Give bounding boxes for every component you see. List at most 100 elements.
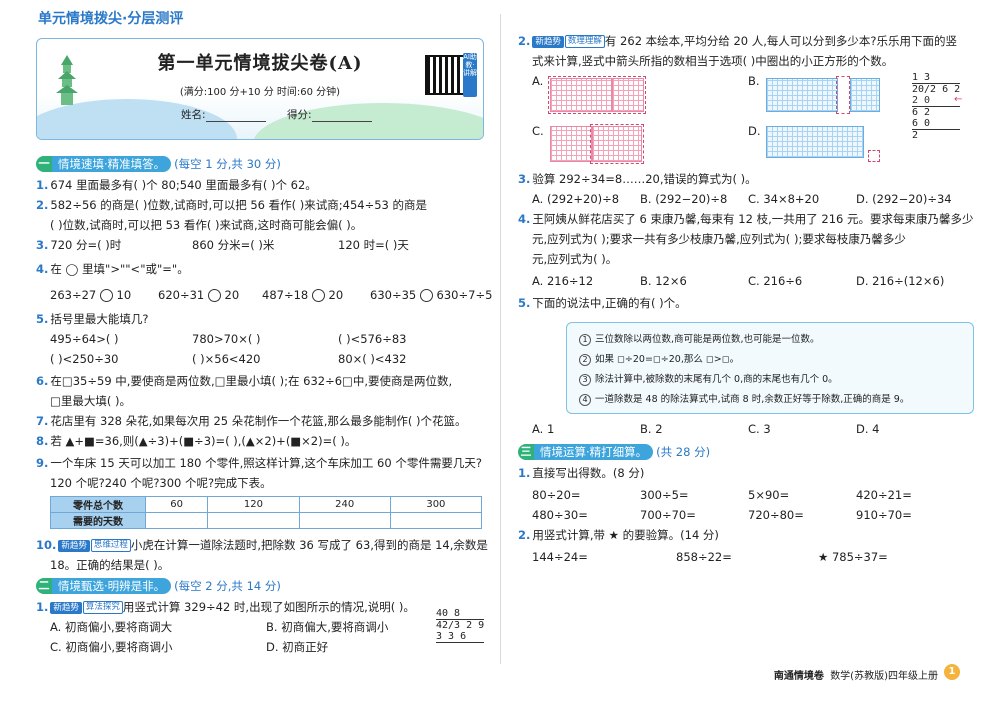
section-1-header: 一情境速填·精准填答。 (每空 1 分,共 30 分): [36, 156, 281, 172]
table-answer-cell[interactable]: [144, 512, 209, 529]
option-b[interactable]: B. 初商偏大,要将商调小: [266, 620, 388, 634]
s2-question-3: 3. 验算 292÷34=8……20,错误的算式为( )。: [518, 172, 757, 186]
calc-item: 420÷21=: [856, 488, 912, 502]
question-2: 2. 582÷56 的商是( )位数,试商时,可以把 56 看作( )来试商;45…: [36, 198, 428, 212]
qr-code-icon[interactable]: [425, 55, 465, 95]
calc-item: 910÷70=: [856, 508, 912, 522]
compare-circle[interactable]: [311, 289, 325, 302]
section-number: 二: [36, 578, 52, 594]
compare-1: 263÷27 10: [50, 288, 132, 302]
option-c[interactable]: C. 34×8+20: [748, 192, 819, 206]
option-d[interactable]: D. 初商正好: [266, 640, 328, 654]
option-b[interactable]: B. 2: [640, 422, 663, 436]
compare-circle[interactable]: [419, 289, 433, 302]
section-label: 情境运算·精打细算。: [534, 444, 654, 460]
table-header: 需要的天数: [50, 512, 146, 529]
question-6-cont: □里最大填( )。: [50, 394, 131, 408]
table-answer-cell[interactable]: [298, 512, 391, 529]
q5-item: ( )<576÷83: [338, 332, 407, 346]
option-c[interactable]: C. 216÷6: [748, 274, 802, 288]
long-division-figure: 1 3 20/2 6 2 2 0 6 2 6 0 2: [912, 72, 961, 141]
grid-blocks: [550, 126, 592, 162]
option-c[interactable]: C. 3: [748, 422, 771, 436]
trend-tag: 新趋势: [532, 35, 564, 48]
question-10-cont: 18。正确的结果是( )。: [50, 558, 170, 572]
question-4: 4. 在 ◯ 里填">""<"或"="。: [36, 262, 189, 276]
option-d[interactable]: D. 4: [856, 422, 879, 436]
question-2-cont: ( )位数,试商时,可以把 53 看作( )来试商,这时商可能会偏( )。: [50, 218, 363, 232]
arrow-icon: ←: [954, 94, 963, 105]
table-cell: 300: [389, 496, 483, 513]
s2-question-1: 1. 新趋势 算法探究 用竖式计算 329÷42 时,出现了如图所示的情况,说明( )…: [36, 600, 415, 614]
name-label: 姓名:: [181, 109, 206, 121]
calc-item: 858÷22=: [676, 550, 732, 564]
question-3-b: 860 分米=( )米: [192, 238, 275, 252]
topic-tag: 思维过程: [90, 539, 131, 552]
footer: 南通情境卷 数学(苏教版)四年级上册: [774, 667, 938, 682]
question-6: 6. 在□35÷59 中,要使商是两位数,□里最小填( );在 632÷6□中,要…: [36, 374, 453, 388]
s2-question-2: 2. 新趋势 数理理解有 262 本绘本,平均分给 20 人,每人可以分到多少本?乐…: [518, 34, 958, 48]
s2-question-5: 5. 下面的说法中,正确的有( )个。: [518, 296, 687, 310]
calc-item: 700÷70=: [640, 508, 696, 522]
q5-item: 495÷64>( ): [50, 332, 119, 346]
circle-mark: [590, 124, 644, 164]
calc-item: 5×90=: [748, 488, 790, 502]
q5-item: 80×( )<432: [338, 352, 407, 366]
s2-question-4-cont: 元,应列式为( )。: [532, 252, 618, 266]
question-3-c: 120 时=( )天: [338, 238, 409, 252]
compare-circle[interactable]: [99, 289, 113, 302]
q5-item: ( )×56<420: [192, 352, 261, 366]
option-c[interactable]: C.: [532, 124, 544, 138]
option-a[interactable]: A.: [532, 74, 543, 88]
q5-item: ( )<250÷30: [50, 352, 119, 366]
question-7: 7. 花店里有 328 朵花,如果每次用 25 朵花制作一个花篮,那么最多能制作(…: [36, 414, 467, 428]
compare-4: 630÷35 630÷7÷5: [370, 288, 493, 302]
grid-blocks: [766, 78, 838, 112]
option-b[interactable]: B.: [748, 74, 760, 88]
option-d[interactable]: D. (292−20)÷34: [856, 192, 952, 206]
circle-mark: [868, 150, 880, 162]
table-answer-cell[interactable]: [389, 512, 483, 529]
footer-brand: 南通情境卷: [773, 671, 824, 682]
compare-2: 620÷31 20: [158, 288, 240, 302]
q5-item: 780>70×( ): [192, 332, 261, 346]
table-answer-cell[interactable]: [207, 512, 300, 529]
calc-item: 144÷24=: [532, 550, 588, 564]
option-b[interactable]: B. 12×6: [640, 274, 687, 288]
section-3-header: 三情境运算·精打细算。 (共 28 分): [518, 444, 710, 460]
section-points: (共 28 分): [656, 445, 711, 459]
trend-tag: 新趋势: [50, 601, 82, 614]
statement-1: 1 三位数除以两位数,商可能是两位数,也可能是一位数。: [579, 331, 820, 346]
option-d[interactable]: D.: [748, 124, 761, 138]
option-a[interactable]: A. 1: [532, 422, 554, 436]
score-label: 得分:: [287, 109, 312, 121]
statement-2: 2 如果 ◻÷20=◻÷20,那么 ◻>◻。: [579, 351, 739, 366]
page-number: 1: [944, 664, 960, 680]
exam-header: 第一单元情境拔尖卷(A) (满分:100 分+10 分 时间:60 分钟) 姓名…: [36, 38, 484, 140]
option-a[interactable]: A. 初商偏小,要将商调大: [50, 620, 172, 634]
question-10: 10. 新趋势 思维过程 小虎在计算一道除法题时,把除数 36 写成了 63,得到的商…: [36, 538, 488, 552]
score-field[interactable]: 得分:: [287, 107, 372, 122]
calc-item: 300÷5=: [640, 488, 689, 502]
question-1: 1. 674 里面最多有( )个 80;540 里面最多有( )个 62。: [36, 178, 317, 192]
option-d[interactable]: D. 216÷(12×6): [856, 274, 944, 288]
name-field[interactable]: 姓名:: [181, 107, 266, 122]
topic-tag: 数理理解: [564, 35, 605, 48]
s2-question-4: 4. 王阿姨从鲜花店买了 6 束康乃馨,每束有 12 枝,一共用了 216 元。要…: [518, 212, 974, 226]
option-c[interactable]: C. 初商偏小,要将商调小: [50, 640, 173, 654]
option-b[interactable]: B. (292−20)÷8: [640, 192, 727, 206]
option-a[interactable]: A. (292+20)÷8: [532, 192, 619, 206]
option-a[interactable]: A. 216÷12: [532, 274, 593, 288]
statement-3: 3 除法计算中,被除数的末尾有几个 0,商的末尾也有几个 0。: [579, 371, 838, 386]
compare-3: 487÷18 20: [262, 288, 344, 302]
statement-4: 4 一道除数是 48 的除法算式中,试商 8 时,余数正好等于除数,正确的商是 9…: [579, 391, 909, 406]
table-cell: 60: [144, 496, 209, 513]
calc-item: ★ 785÷37=: [818, 550, 888, 564]
s2-question-4-cont: 元,应列式为( );要求一共有多少枝康乃馨,应列式为( );要求每枝康乃馨多少: [532, 232, 906, 246]
grid-blocks: [850, 78, 880, 112]
question-9-cont: 120 个呢?240 个呢?300 个呢?完成下表。: [50, 476, 272, 490]
section-points: (每空 1 分,共 30 分): [174, 157, 281, 171]
section-label: 情境甄选·明辨是非。: [52, 578, 172, 594]
calc-item: 480÷30=: [532, 508, 588, 522]
compare-circle[interactable]: [207, 289, 221, 302]
